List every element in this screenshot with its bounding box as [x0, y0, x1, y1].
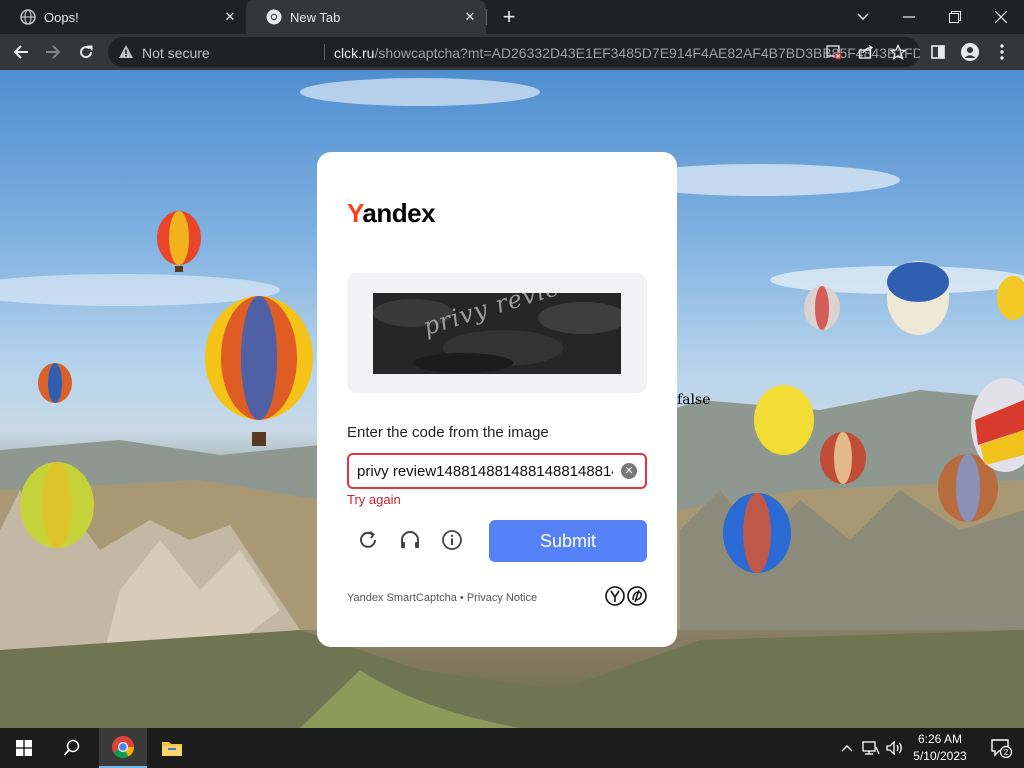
smartcaptcha-logo: [605, 586, 647, 606]
captcha-prompt: Enter the code from the image: [347, 424, 549, 441]
bookmark-star-icon[interactable]: [890, 44, 906, 60]
tab-strip: Oops! ✕ New Tab ✕ +: [0, 0, 1024, 34]
warning-icon[interactable]: [118, 44, 134, 60]
audio-captcha-icon[interactable]: [397, 527, 423, 553]
logo-y: Y: [347, 198, 363, 228]
logo-rest: andex: [362, 198, 436, 228]
back-button[interactable]: [9, 40, 33, 64]
close-window-button[interactable]: [978, 0, 1024, 34]
error-message: Try again: [347, 492, 401, 507]
reload-button[interactable]: [74, 40, 98, 64]
tab-title: Oops!: [44, 9, 79, 25]
close-tab-icon[interactable]: ✕: [222, 9, 238, 25]
tab-separator: [486, 9, 487, 25]
clock-date: 5/10/2023: [913, 749, 967, 763]
tab-new-tab[interactable]: New Tab ✕: [246, 0, 486, 34]
captcha-card: Yandex privy review Enter the code from …: [317, 152, 677, 647]
side-panel-icon[interactable]: [926, 40, 950, 64]
smartcaptcha-circle-icon: [627, 586, 647, 606]
url-host: clck.ru: [334, 45, 375, 61]
page-content: Yandex privy review Enter the code from …: [0, 70, 1024, 728]
stray-text-false: false: [677, 392, 711, 408]
share-icon[interactable]: [858, 44, 874, 60]
popup-blocked-icon[interactable]: [826, 44, 842, 60]
network-icon[interactable]: [860, 728, 882, 768]
captcha-input[interactable]: [357, 461, 613, 481]
clear-input-icon[interactable]: ✕: [621, 463, 637, 479]
windows-start-icon[interactable]: [0, 728, 48, 768]
captcha-input-wrapper[interactable]: ✕: [347, 453, 647, 489]
notification-count: 2: [1004, 748, 1009, 757]
refresh-captcha-icon[interactable]: [355, 527, 381, 553]
minimize-button[interactable]: [886, 0, 932, 34]
captcha-image-frame: privy review: [347, 273, 647, 393]
close-tab-icon[interactable]: ✕: [462, 9, 478, 25]
tab-search-icon[interactable]: [840, 0, 886, 34]
taskbar-search-icon[interactable]: [48, 728, 96, 768]
submit-button[interactable]: Submit: [489, 520, 647, 562]
address-bar[interactable]: Not secure clck.ru/showcaptcha?mt=AD2633…: [108, 37, 920, 67]
restore-button[interactable]: [932, 0, 978, 34]
yandex-circle-icon: [605, 586, 625, 606]
system-clock[interactable]: 6:26 AM 5/10/2023: [906, 731, 974, 765]
clock-time: 6:26 AM: [917, 732, 963, 746]
tab-title: New Tab: [290, 9, 341, 25]
security-label[interactable]: Not secure: [142, 45, 210, 61]
menu-kebab-icon[interactable]: [990, 40, 1014, 64]
info-icon[interactable]: [439, 527, 465, 553]
captcha-image: privy review: [373, 293, 621, 374]
taskbar-chrome-icon[interactable]: [99, 728, 147, 768]
windows-taskbar: 6:26 AM 5/10/2023 2: [0, 728, 1024, 768]
globe-icon: [20, 9, 36, 25]
new-tab-button[interactable]: +: [499, 6, 519, 28]
notification-center-icon[interactable]: 2: [978, 728, 1024, 768]
forward-button[interactable]: [41, 40, 65, 64]
yandex-logo: Yandex: [347, 198, 436, 229]
chrome-icon: [266, 9, 282, 25]
profile-avatar[interactable]: [958, 40, 982, 64]
browser-toolbar: Not secure clck.ru/showcaptcha?mt=AD2633…: [0, 34, 1024, 70]
taskbar-file-explorer-icon[interactable]: [148, 728, 196, 768]
tab-oops[interactable]: Oops! ✕: [0, 0, 246, 34]
volume-icon[interactable]: [884, 728, 906, 768]
captcha-footer[interactable]: Yandex SmartCaptcha • Privacy Notice: [347, 592, 537, 604]
omnibox-separator: [324, 44, 325, 60]
tray-chevron-up-icon[interactable]: [838, 728, 856, 768]
